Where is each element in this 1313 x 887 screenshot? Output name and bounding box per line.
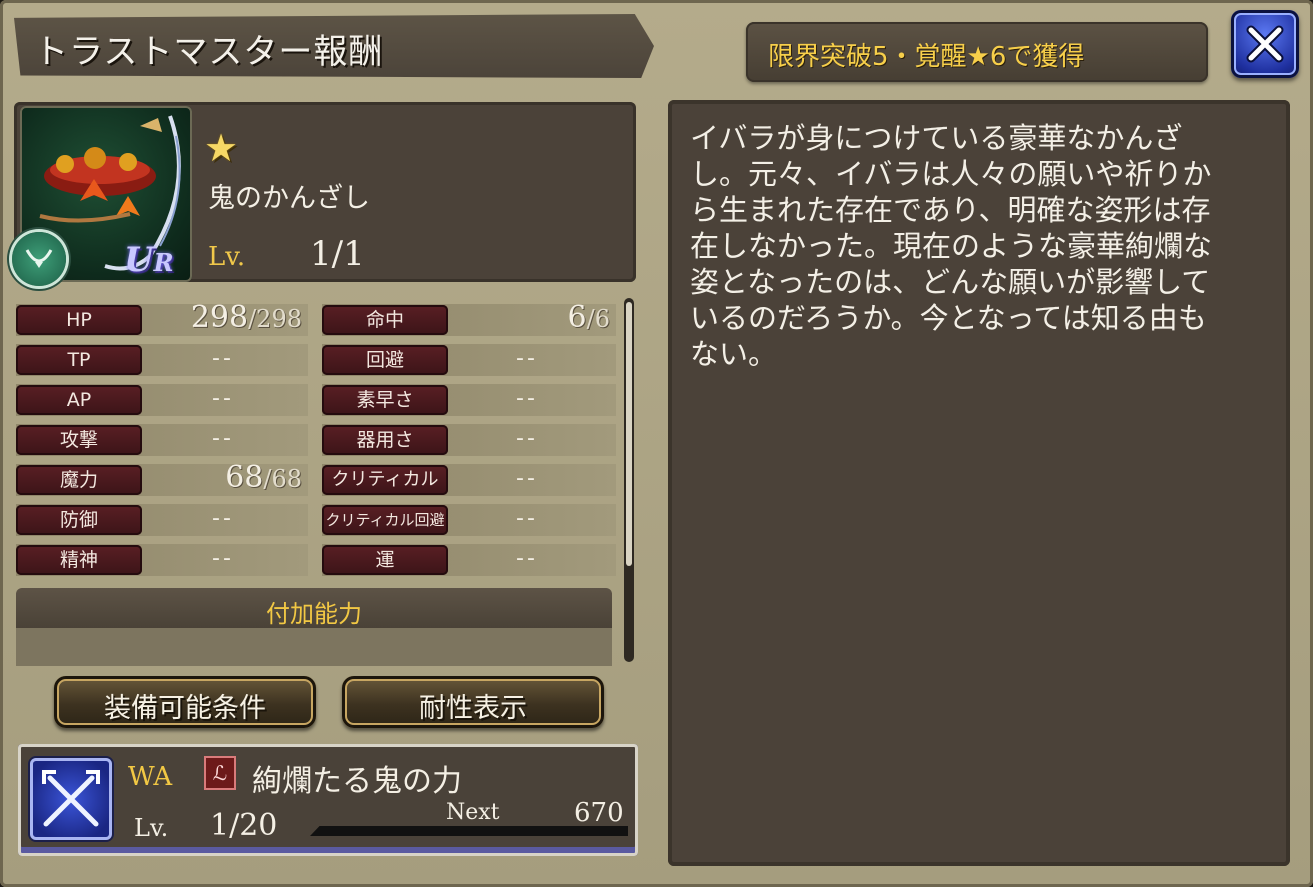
stat-label: クリティカル (322, 465, 448, 495)
ur-rarity-letter-u: U (124, 240, 154, 280)
stat-label: HP (16, 305, 142, 335)
wa-exp-bar (310, 826, 628, 836)
stat-label: 精神 (16, 545, 142, 575)
ur-rarity-badge: UR (124, 240, 174, 280)
wa-label: WA (128, 762, 173, 792)
close-button[interactable] (1231, 10, 1299, 78)
stat-value: 68/68 (225, 460, 302, 495)
item-level-value: 1/1 (310, 234, 365, 274)
stat-value: 298/298 (191, 300, 302, 335)
wa-type-icon: ℒ (204, 756, 236, 790)
wa-level-value: 1/20 (210, 808, 278, 843)
stat-current: 68 (225, 460, 264, 495)
stat-value: -- (516, 386, 538, 411)
stat-value: -- (212, 506, 234, 531)
equip-conditions-button[interactable]: 装備可能条件 (54, 676, 316, 728)
unlock-condition-badge: 限界突破5・覚醒★6で獲得 (746, 22, 1208, 82)
stat-label: 運 (322, 545, 448, 575)
stat-value: -- (212, 346, 234, 371)
necklace-icon (25, 249, 53, 268)
stat-label: AP (16, 385, 142, 415)
page-title: トラストマスター報酬 (34, 32, 384, 72)
stat-value: 6/6 (568, 300, 610, 335)
ability-section-header: 付加能力 (16, 588, 612, 628)
stat-current: 6 (567, 300, 587, 335)
resistance-button[interactable]: 耐性表示 (342, 676, 604, 728)
wa-next-label: Next (446, 800, 500, 825)
equip-conditions-label: 装備可能条件 (104, 693, 266, 724)
wa-next-value: 670 (574, 798, 624, 828)
stat-value: -- (516, 346, 538, 371)
rarity-star-icon: ★ (204, 126, 239, 170)
ability-section-title: 付加能力 (266, 600, 362, 628)
ability-section-body (16, 628, 612, 666)
stat-label: 防御 (16, 505, 142, 535)
stat-max: /68 (263, 465, 302, 493)
description-text: イバラが身につけている豪華なかんざ し。元々、イバラは人々の願いや祈りか ら生ま… (690, 121, 1213, 371)
stat-label: クリティカル回避 (322, 505, 448, 535)
stat-label: 魔力 (16, 465, 142, 495)
stat-label: TP (16, 345, 142, 375)
crossed-swords-icon (42, 770, 100, 827)
stat-value: -- (212, 546, 234, 571)
wa-crossed-swords-icon (30, 758, 112, 840)
item-level-label: Lv. (208, 242, 246, 272)
stat-max: /6 (586, 305, 610, 333)
resistance-label: 耐性表示 (419, 693, 527, 724)
stat-value: -- (212, 386, 234, 411)
wa-name: 絢爛たる鬼の力 (252, 764, 462, 799)
ur-rarity-letter-r: R (153, 248, 174, 277)
stat-value: -- (212, 426, 234, 451)
stat-label: 攻撃 (16, 425, 142, 455)
unlock-condition-text: 限界突破5・覚醒★6で獲得 (768, 42, 1085, 72)
stat-value: -- (516, 546, 538, 571)
stat-label: 回避 (322, 345, 448, 375)
stat-current: 298 (190, 300, 249, 335)
close-icon (1246, 25, 1284, 63)
stat-label: 素早さ (322, 385, 448, 415)
gem-badge-icon (12, 232, 66, 286)
stat-label: 命中 (322, 305, 448, 335)
wa-level-label: Lv. (134, 814, 169, 842)
stat-value: -- (516, 426, 538, 451)
stat-value: -- (516, 466, 538, 491)
stat-label: 器用さ (322, 425, 448, 455)
stats-scrollbar-thumb[interactable] (626, 302, 632, 566)
item-name: 鬼のかんざし (208, 183, 370, 214)
stat-max: /298 (248, 305, 302, 333)
stat-value: -- (516, 506, 538, 531)
